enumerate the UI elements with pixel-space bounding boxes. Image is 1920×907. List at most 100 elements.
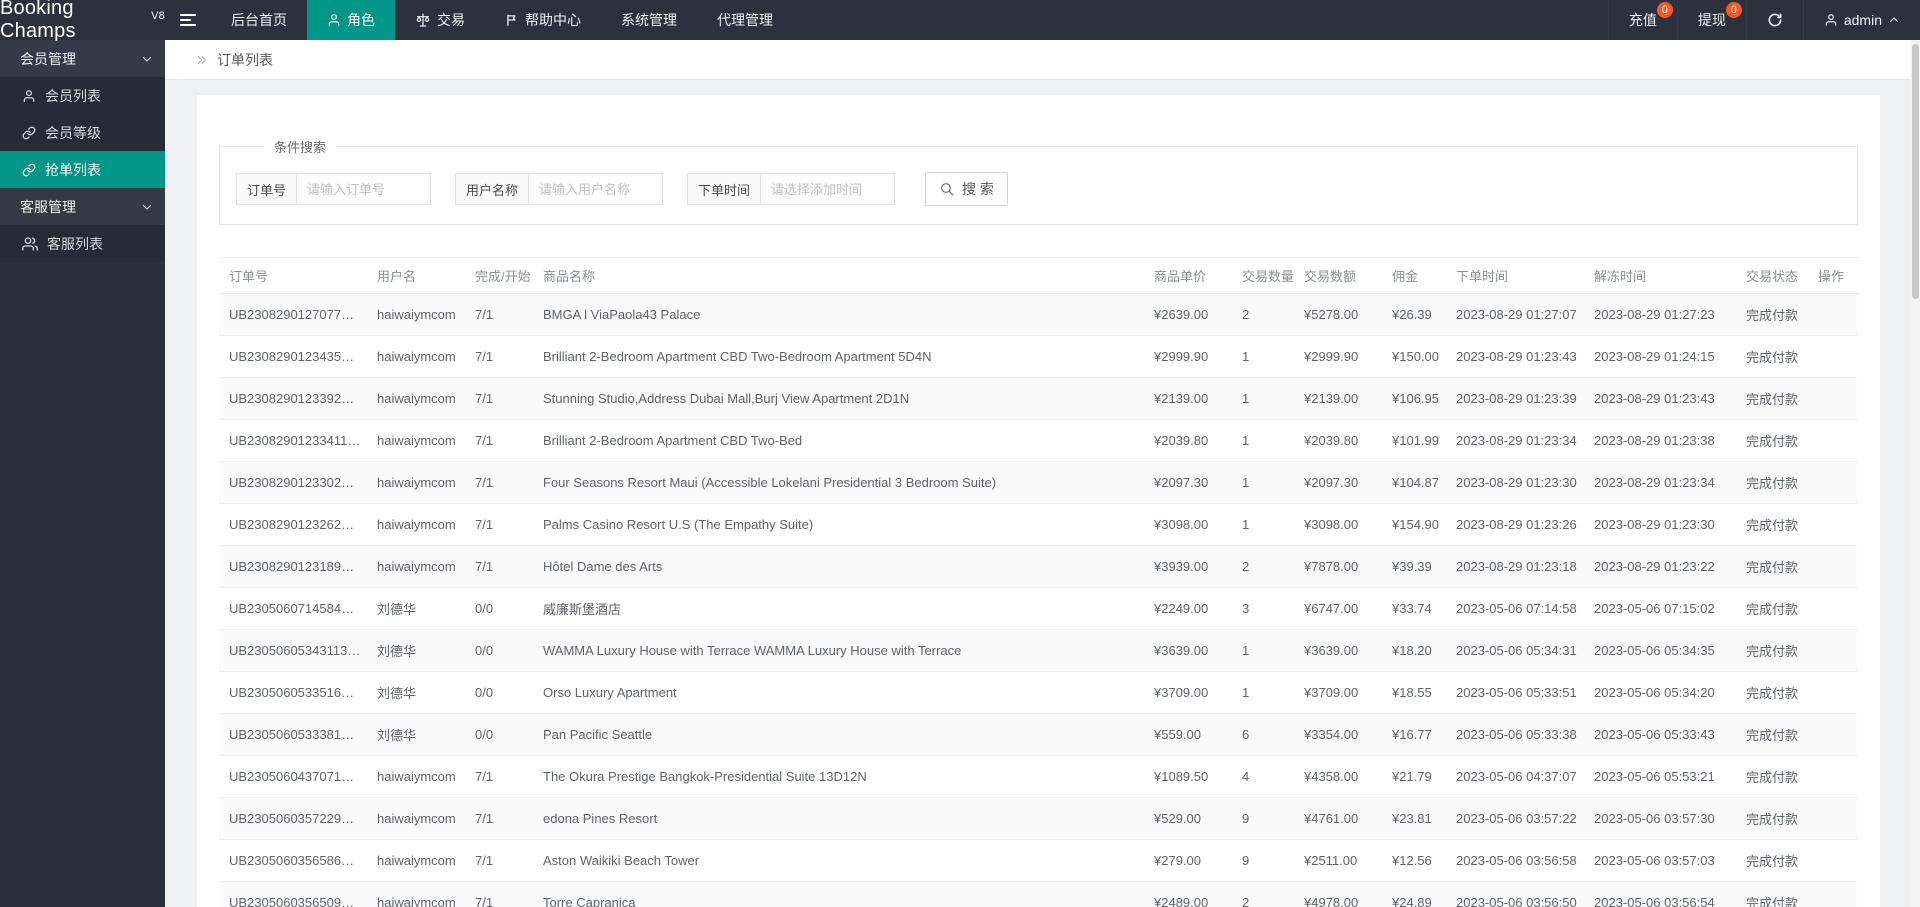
table-row: UB2308290123435205 haiwaiymcom 7/1 Brillian… xyxy=(219,335,1858,378)
users-icon xyxy=(22,236,38,252)
cell-actions xyxy=(1810,545,1858,588)
cell-commission: ¥39.39 xyxy=(1384,545,1448,588)
cell-product-name: BMGA l ViaPaola43 Palace xyxy=(535,293,1146,336)
sidebar-group-member-management[interactable]: 会员管理 xyxy=(0,40,165,77)
sidebar-item-label: 会员列表 xyxy=(45,87,101,104)
withdraw-badge: 0 xyxy=(1725,2,1742,18)
cell-product-name: 威廉斯堡酒店 xyxy=(535,587,1146,630)
nav-label: 后台首页 xyxy=(231,12,287,28)
table-row: UB2305060356509049 haiwaiymcom 7/1 Torre Ca… xyxy=(219,881,1858,907)
cell-amount: ¥3639.00 xyxy=(1296,629,1384,672)
cell-unit-price: ¥279.00 xyxy=(1146,839,1234,882)
sidebar-toggle-icon[interactable] xyxy=(165,0,211,40)
recharge-button[interactable]: 充值 0 xyxy=(1607,0,1677,40)
link-icon xyxy=(22,126,36,140)
order-id-input[interactable] xyxy=(297,173,432,205)
order-list-panel: 条件搜索 订单号 用户名称 下单时间 搜 索 xyxy=(197,95,1880,907)
cell-amount: ¥4358.00 xyxy=(1296,755,1384,798)
cell-commission: ¥24.89 xyxy=(1384,881,1448,907)
sidebar-group-customer-service[interactable]: 客服管理 xyxy=(0,188,165,225)
nav-item-help-center[interactable]: 帮助中心 xyxy=(485,0,601,40)
sidebar-group-label: 客服管理 xyxy=(20,198,76,215)
cell-commission: ¥18.20 xyxy=(1384,629,1448,672)
cell-unfreeze-time: 2023-08-29 01:23:43 xyxy=(1586,377,1738,420)
cell-amount: ¥2139.00 xyxy=(1296,377,1384,420)
cell-actions xyxy=(1810,713,1858,756)
order-time-input[interactable] xyxy=(761,173,896,205)
cell-status: 完成付款 xyxy=(1738,797,1810,840)
cell-status: 完成付款 xyxy=(1738,419,1810,462)
cell-username: haiwaiymcom xyxy=(369,839,467,882)
cell-unfreeze-time: 2023-05-06 03:57:30 xyxy=(1586,797,1738,840)
sidebar-item-member-level[interactable]: 会员等级 xyxy=(0,114,165,151)
cell-amount: ¥3098.00 xyxy=(1296,503,1384,546)
cell-commission: ¥26.39 xyxy=(1384,293,1448,336)
col-header-unit-price: 商品单价 xyxy=(1146,257,1234,294)
cell-product-name: The Okura Prestige Bangkok-Presidential … xyxy=(535,755,1146,798)
cell-actions xyxy=(1810,461,1858,504)
cell-unfreeze-time: 2023-08-29 01:23:22 xyxy=(1586,545,1738,588)
refresh-button[interactable] xyxy=(1745,0,1803,40)
cell-unfreeze-time: 2023-05-06 03:56:54 xyxy=(1586,881,1738,907)
search-button[interactable]: 搜 索 xyxy=(925,172,1008,206)
cell-quantity: 2 xyxy=(1234,881,1296,907)
cell-order-time: 2023-08-29 01:23:34 xyxy=(1448,419,1586,462)
cell-commission: ¥106.95 xyxy=(1384,377,1448,420)
nav-item-agent[interactable]: 代理管理 xyxy=(697,0,793,40)
cell-commission: ¥150.00 xyxy=(1384,335,1448,378)
sidebar-item-member-list[interactable]: 会员列表 xyxy=(0,77,165,114)
cell-actions xyxy=(1810,377,1858,420)
nav-item-role[interactable]: 角色 xyxy=(307,0,395,40)
cell-commission: ¥33.74 xyxy=(1384,587,1448,630)
user-menu[interactable]: admin xyxy=(1802,0,1920,40)
cell-commission: ¥16.77 xyxy=(1384,713,1448,756)
user-name: admin xyxy=(1843,12,1882,28)
nav-item-trade[interactable]: 交易 xyxy=(395,0,485,40)
cell-order-id: UB2305060437071221 xyxy=(219,755,369,798)
cell-progress: 7/1 xyxy=(467,293,535,336)
cell-amount: ¥2097.30 xyxy=(1296,461,1384,504)
cell-product-name: WAMMA Luxury House with Terrace WAMMA Lu… xyxy=(535,629,1146,672)
app-logo: Booking Champs V8 xyxy=(0,0,165,42)
sidebar-item-order-grab-list[interactable]: 抢单列表 xyxy=(0,151,165,188)
sidebar-item-customer-service-list[interactable]: 客服列表 xyxy=(0,225,165,262)
cell-unfreeze-time: 2023-08-29 01:23:34 xyxy=(1586,461,1738,504)
vertical-scrollbar[interactable] xyxy=(1911,40,1920,907)
nav-label: 帮助中心 xyxy=(525,12,581,28)
scrollbar-thumb[interactable] xyxy=(1912,44,1919,299)
withdraw-button[interactable]: 提现 0 xyxy=(1676,0,1746,40)
nav-label: 交易 xyxy=(437,12,465,28)
sidebar: 会员管理 会员列表 会员等级 抢单列表 客服管理 客服列表 xyxy=(0,40,165,907)
cell-actions xyxy=(1810,881,1858,907)
cell-order-time: 2023-05-06 05:33:51 xyxy=(1448,671,1586,714)
cell-product-name: Four Seasons Resort Maui (Accessible Lok… xyxy=(535,461,1146,504)
cell-order-id: UB2305060533516881 xyxy=(219,671,369,714)
flag-icon xyxy=(505,13,519,27)
cell-quantity: 9 xyxy=(1234,797,1296,840)
nav-item-system[interactable]: 系统管理 xyxy=(601,0,697,40)
cell-progress: 7/1 xyxy=(467,797,535,840)
table-row: UB2308290123189030 haiwaiymcom 7/1 Hôtel Da… xyxy=(219,545,1858,588)
nav-label: 系统管理 xyxy=(621,12,677,28)
username-input[interactable] xyxy=(529,173,664,205)
topbar: Booking Champs V8 后台首页 角色 交易 帮助中心 系统管理 代… xyxy=(0,0,1920,42)
cell-unit-price: ¥3098.00 xyxy=(1146,503,1234,546)
sidebar-item-label: 客服列表 xyxy=(47,235,103,252)
double-chevron-icon xyxy=(195,53,209,67)
cell-status: 完成付款 xyxy=(1738,671,1810,714)
nav-item-dashboard[interactable]: 后台首页 xyxy=(211,0,307,40)
cell-unit-price: ¥559.00 xyxy=(1146,713,1234,756)
table-row: UB2308290123262985 haiwaiymcom 7/1 Palms Ca… xyxy=(219,503,1858,546)
cell-unit-price: ¥2097.30 xyxy=(1146,461,1234,504)
cell-commission: ¥101.99 xyxy=(1384,419,1448,462)
cell-username: haiwaiymcom xyxy=(369,335,467,378)
cell-quantity: 9 xyxy=(1234,839,1296,882)
cell-username: 刘德华 xyxy=(369,713,467,756)
cell-order-id: UB2308290123302018 xyxy=(219,461,369,504)
cell-order-id: UB2305060714584204 xyxy=(219,587,369,630)
order-table-body: UB2308290127077536 haiwaiymcom 7/1 BMGA l V… xyxy=(219,293,1858,907)
cell-commission: ¥23.81 xyxy=(1384,797,1448,840)
cell-product-name: Hôtel Dame des Arts xyxy=(535,545,1146,588)
cell-actions xyxy=(1810,419,1858,462)
cell-quantity: 3 xyxy=(1234,587,1296,630)
